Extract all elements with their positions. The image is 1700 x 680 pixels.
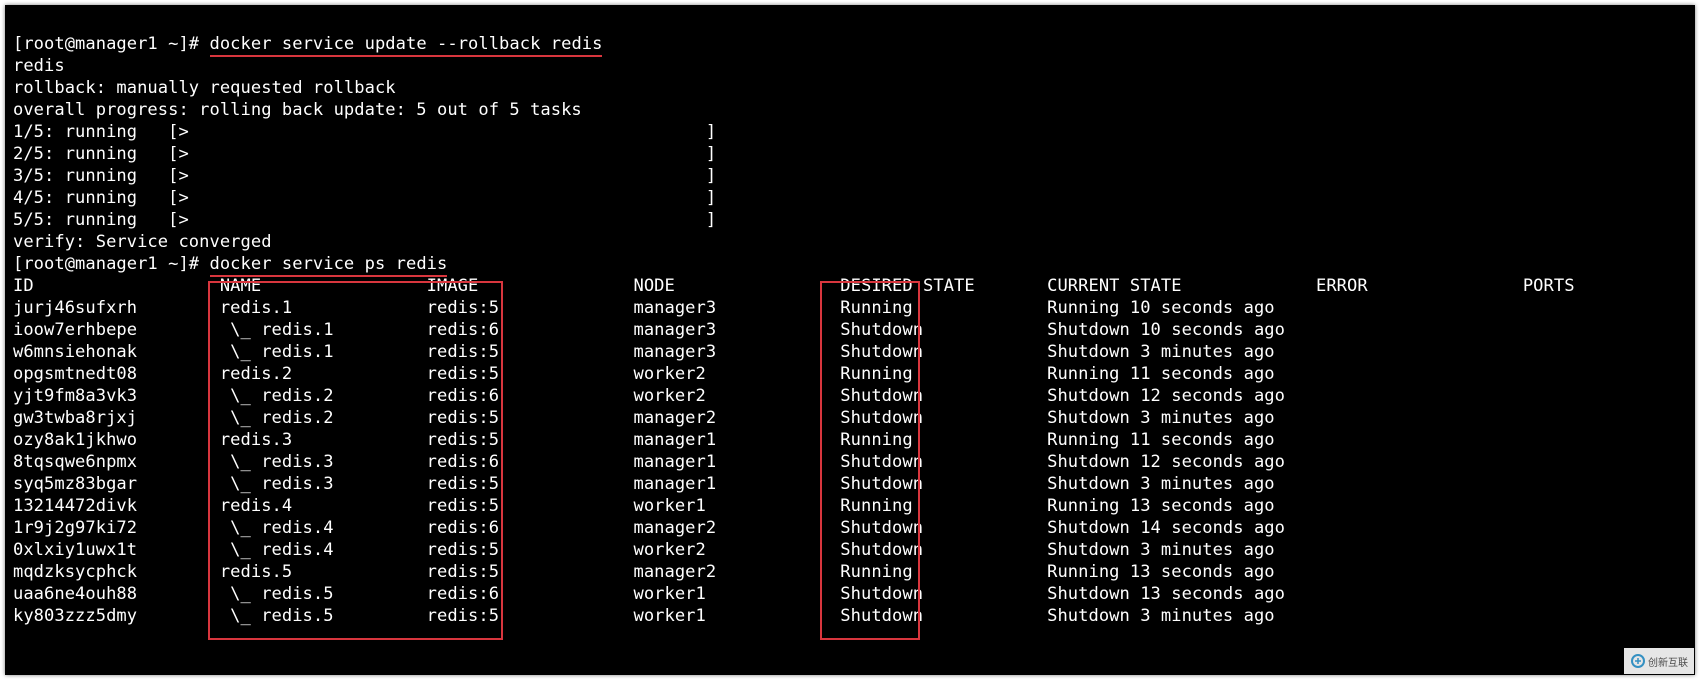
progress-line-5: 5/5: running [> ] (13, 210, 716, 230)
command-1-underlined: docker service update --rollback redis (210, 34, 603, 57)
output-line: redis (13, 56, 65, 76)
progress-line-4: 4/5: running [> ] (13, 188, 716, 208)
table-rows-container: jurj46sufxrh redis.1 redis:5 manager3 Ru… (13, 298, 1523, 626)
output-line: rollback: manually requested rollback (13, 78, 396, 98)
prompt-2: [root@manager1 ~]# docker service ps red… (13, 254, 447, 277)
progress-line-3: 3/5: running [> ] (13, 166, 716, 186)
progress-line-2: 2/5: running [> ] (13, 144, 716, 164)
verify-line: verify: Service converged (13, 232, 272, 252)
watermark-badge: 创新互联 (1624, 648, 1694, 674)
watermark-text: 创新互联 (1648, 654, 1688, 669)
progress-line-1: 1/5: running [> ] (13, 122, 716, 142)
table-header-row: ID NAME IMAGE NODE DESIRED STATE CURRENT… (13, 276, 1575, 296)
prompt-1: [root@manager1 ~]# docker service update… (13, 34, 602, 57)
terminal-window[interactable]: [root@manager1 ~]# docker service update… (5, 5, 1695, 675)
output-line: overall progress: rolling back update: 5… (13, 100, 582, 120)
command-2-underlined: docker service ps redis (210, 254, 448, 277)
